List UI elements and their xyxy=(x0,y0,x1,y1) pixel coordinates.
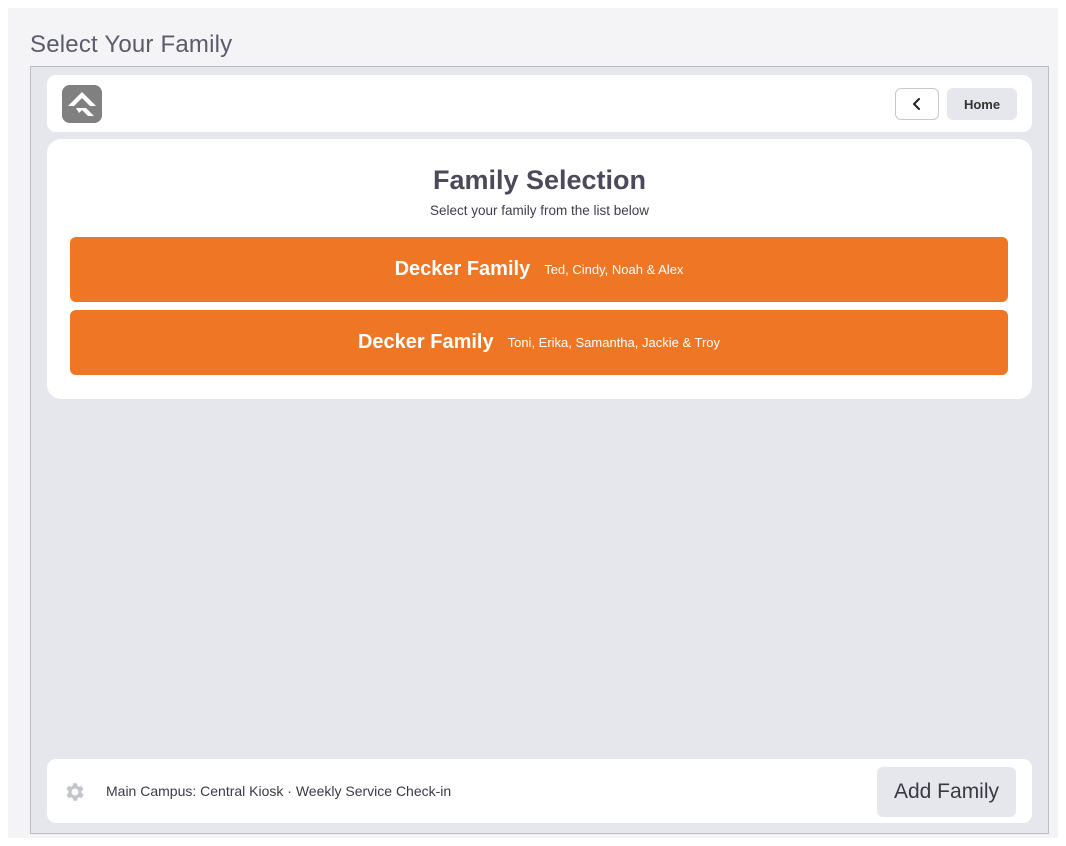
footer-bar: Main Campus: Central Kiosk · Weekly Serv… xyxy=(47,759,1032,823)
chevron-left-icon xyxy=(911,94,923,115)
family-members: Toni, Erika, Samantha, Jackie & Troy xyxy=(507,335,721,350)
family-members: Ted, Cindy, Noah & Alex xyxy=(544,262,684,277)
gear-icon[interactable] xyxy=(63,780,87,804)
panel-title: Family Selection xyxy=(432,165,647,195)
page-heading: Select Your Family xyxy=(30,31,233,58)
kiosk-frame: Home Family Selection Select your family… xyxy=(30,66,1049,834)
add-family-button[interactable]: Add Family xyxy=(877,767,1016,817)
family-option-button[interactable]: Decker Family Toni, Erika, Samantha, Jac… xyxy=(70,310,1008,375)
kiosk-location-text: Main Campus: Central Kiosk · Weekly Serv… xyxy=(106,783,452,799)
header-bar: Home xyxy=(47,75,1032,132)
home-button[interactable]: Home xyxy=(947,88,1017,120)
back-button[interactable] xyxy=(895,88,939,120)
family-name: Decker Family xyxy=(357,331,494,353)
family-selection-panel: Family Selection Select your family from… xyxy=(47,139,1032,399)
family-option-button[interactable]: Decker Family Ted, Cindy, Noah & Alex xyxy=(70,237,1008,302)
rock-logo-icon xyxy=(62,85,102,123)
panel-subtitle: Select your family from the list below xyxy=(429,203,650,218)
family-name: Decker Family xyxy=(394,258,531,280)
